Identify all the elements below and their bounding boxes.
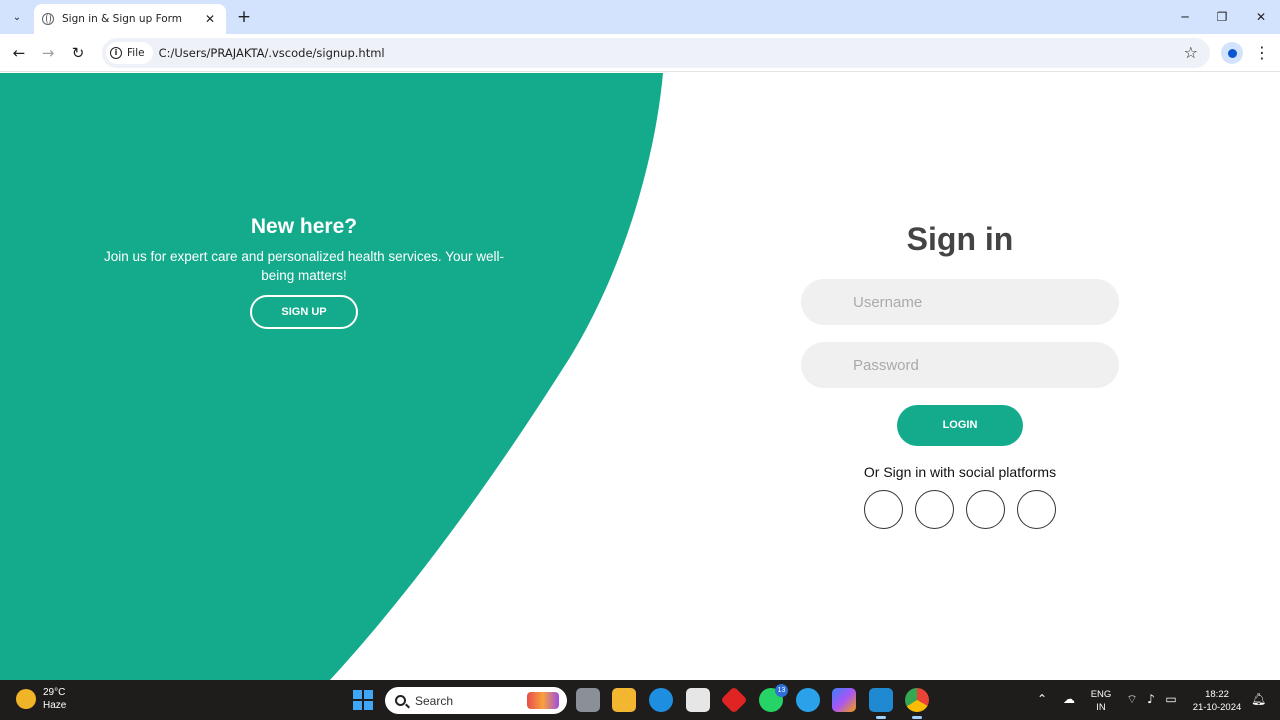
welcome-text: Join us for expert care and personalized… (104, 249, 504, 283)
site-info-chip[interactable]: i File (106, 42, 153, 64)
profile-avatar-icon[interactable] (1221, 42, 1243, 64)
onedrive-cloud-icon[interactable]: ☁ (1060, 692, 1078, 708)
whatsapp-badge: 13 (775, 684, 788, 697)
social-icon-2[interactable] (915, 490, 954, 529)
clock-time: 18:22 (1205, 689, 1229, 700)
chrome-active-indicator (912, 716, 922, 719)
social-icon-3[interactable] (966, 490, 1005, 529)
help-app-icon[interactable] (796, 688, 820, 712)
social-icon-4[interactable] (1017, 490, 1056, 529)
tab-title: Sign in & Sign up Form (62, 13, 183, 25)
address-bar[interactable]: i File C:/Users/PRAJAKTA/.vscode/signup.… (102, 38, 1210, 68)
site-info-label: File (127, 47, 145, 59)
password-field[interactable] (801, 342, 1119, 388)
info-icon: i (110, 47, 122, 59)
vscode-running-indicator (876, 716, 886, 719)
welcome-title: New here? (250, 215, 358, 238)
battery-icon[interactable]: ▭ (1163, 692, 1179, 708)
anydesk-icon[interactable] (720, 686, 748, 714)
login-button[interactable]: LOGIN (897, 405, 1023, 446)
social-icons-row (801, 490, 1119, 529)
clock-date: 21-10-2024 (1192, 702, 1242, 713)
chrome-icon[interactable] (905, 688, 929, 712)
windows-taskbar: 29°C Haze Search 13 ⌃ ☁ ENG IN ⌔ ♪ ▭ 18:… (0, 680, 1280, 720)
language-code: ENG (1090, 689, 1112, 700)
weather-desc: Haze (43, 700, 67, 711)
page-viewport: New here? Join us for expert care and pe… (0, 73, 1280, 680)
task-view-icon[interactable] (576, 688, 600, 712)
tab-strip: ⌄ Sign in & Sign up Form ✕ + ─ ❐ ✕ (0, 0, 1280, 34)
green-curved-panel (0, 73, 663, 680)
language-indicator[interactable]: ENG IN (1088, 688, 1114, 714)
url-text[interactable]: C:/Users/PRAJAKTA/.vscode/signup.html (159, 46, 385, 60)
copilot-icon[interactable] (832, 688, 856, 712)
tab-close-icon[interactable]: ✕ (202, 12, 218, 26)
sign-up-button[interactable]: SIGN UP (250, 295, 358, 329)
whatsapp-icon[interactable]: 13 (759, 684, 788, 712)
sign-in-form: Sign in LOGIN Or Sign in with social pla… (801, 221, 1119, 529)
weather-widget[interactable]: 29°C Haze (16, 686, 66, 712)
social-icon-1[interactable] (864, 490, 903, 529)
notification-bell-icon[interactable]: 🔔︎ (1251, 692, 1266, 708)
weather-sun-icon (16, 689, 36, 709)
windows-start-icon[interactable] (353, 690, 373, 710)
browser-tab-active[interactable]: Sign in & Sign up Form ✕ (34, 4, 226, 34)
microsoft-store-icon[interactable] (686, 688, 710, 712)
reload-icon[interactable]: ↻ (67, 42, 89, 64)
new-tab-button[interactable]: + (234, 7, 254, 27)
volume-icon[interactable]: ♪ (1143, 692, 1159, 708)
weather-temp: 29°C (43, 687, 66, 698)
browser-toolbar: ← → ↻ i File C:/Users/PRAJAKTA/.vscode/s… (0, 34, 1280, 72)
search-label: Search (415, 693, 454, 708)
system-clock[interactable]: 18:22 21-10-2024 (1186, 688, 1248, 714)
forward-arrow-icon[interactable]: → (37, 42, 59, 64)
menu-kebab-icon[interactable]: ⋮ (1252, 42, 1272, 64)
form-title: Sign in (906, 221, 1014, 257)
window-close-button[interactable]: ✕ (1242, 0, 1280, 34)
bookmark-star-icon[interactable]: ☆ (1184, 43, 1198, 62)
social-platforms-text: Or Sign in with social platforms (863, 464, 1057, 480)
username-field[interactable] (801, 279, 1119, 325)
region-code: IN (1096, 702, 1106, 713)
restore-button[interactable]: ❐ (1203, 0, 1241, 34)
taskbar-search[interactable]: Search (385, 687, 567, 714)
tray-overflow-chevron-icon[interactable]: ⌃ (1035, 692, 1049, 708)
vscode-icon[interactable] (869, 688, 893, 712)
search-highlight-icon (527, 692, 559, 709)
welcome-panel: New here? Join us for expert care and pe… (84, 215, 524, 329)
wifi-icon[interactable]: ⌔ (1124, 692, 1140, 708)
username-input[interactable] (853, 293, 1093, 311)
globe-icon (42, 13, 54, 25)
search-icon (395, 695, 406, 706)
edge-browser-icon[interactable] (649, 688, 673, 712)
back-arrow-icon[interactable]: ← (8, 42, 30, 64)
password-input[interactable] (853, 356, 1093, 374)
tab-search-chevron-icon[interactable]: ⌄ (6, 6, 28, 28)
file-explorer-icon[interactable] (612, 688, 636, 712)
minimize-button[interactable]: ─ (1166, 0, 1204, 34)
